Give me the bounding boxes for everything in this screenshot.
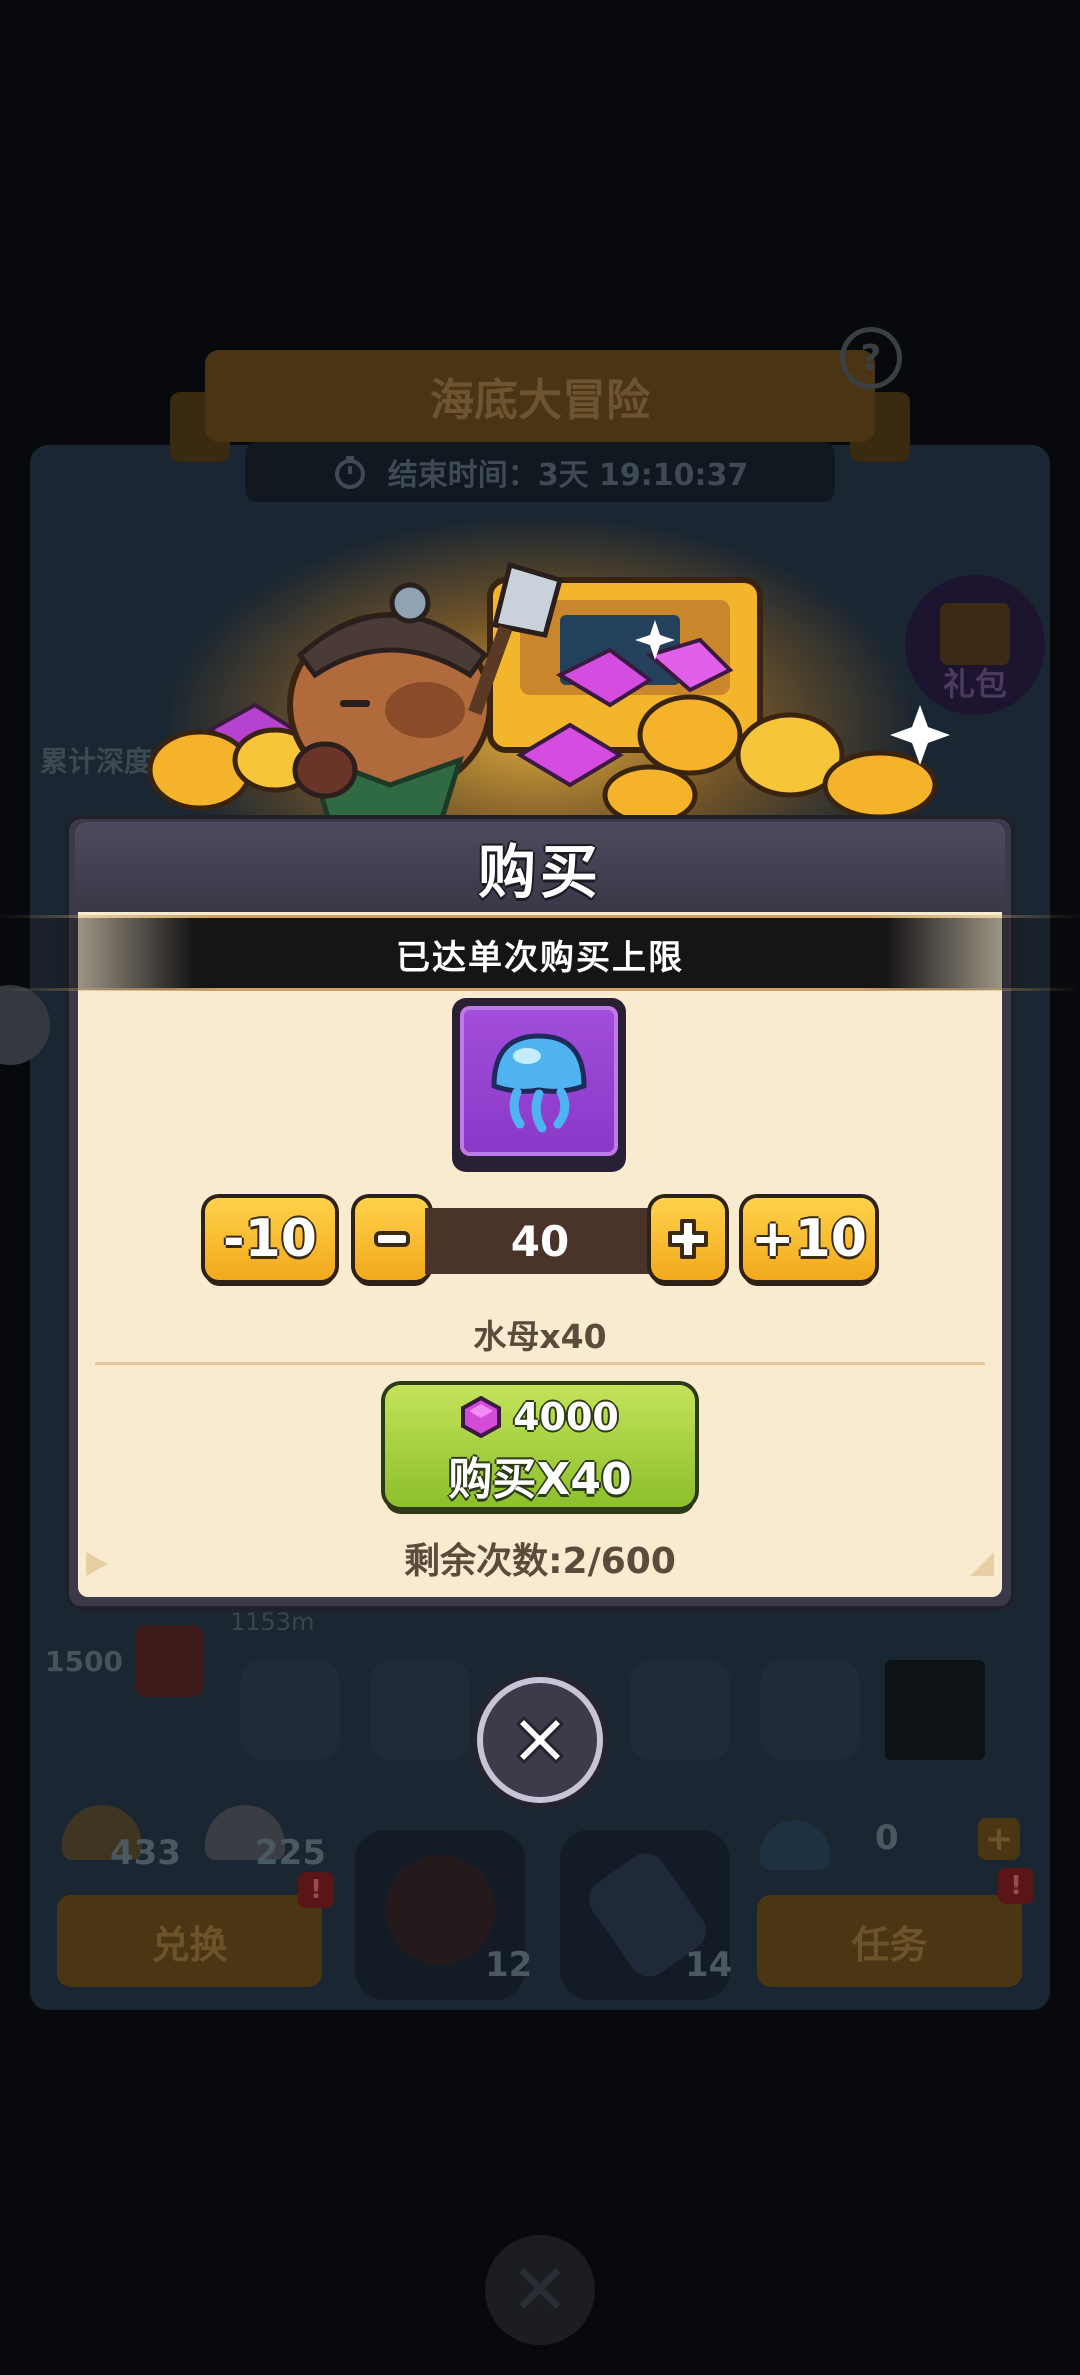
capybara-treasure-illustration <box>147 561 950 825</box>
silver-shell-count: 225 <box>255 1833 326 1873</box>
minus-ten-button[interactable]: -10 <box>205 1198 335 1280</box>
end-time-bar: 结束时间：3天 19:10:37 <box>245 442 835 502</box>
buy-price-value: 4000 <box>513 1395 619 1439</box>
add-resource-button[interactable]: + <box>978 1818 1020 1860</box>
modal-title: 购买 <box>477 838 602 906</box>
event-title-banner: 海底大冒险 <box>205 350 875 442</box>
task-button[interactable]: 任务 <box>757 1895 1022 1987</box>
stopwatch-icon <box>334 456 365 489</box>
flashlight-count: 14 <box>685 1945 733 1985</box>
limit-banner-bottom-line <box>0 988 1080 991</box>
inventory-slot[interactable] <box>370 1660 470 1760</box>
buy-button[interactable]: 4000 购买X40 <box>385 1385 695 1507</box>
item-name-label: 水母x40 <box>473 1317 607 1356</box>
inventory-slot[interactable] <box>240 1660 340 1760</box>
inventory-slot[interactable] <box>760 1660 860 1760</box>
quantity-field[interactable]: 40 <box>425 1208 655 1274</box>
item-frame <box>452 998 626 1172</box>
gem-icon <box>461 1396 502 1438</box>
end-time-text: 结束时间：3天 19:10:37 <box>387 458 749 493</box>
limit-notice-text: 已达单次购买上限 <box>396 937 684 978</box>
bomb-icon <box>385 1855 495 1965</box>
quantity-value: 40 <box>510 1216 570 1266</box>
background-close-icon: ✕ <box>485 2235 595 2345</box>
help-icon[interactable]: ? <box>840 327 902 389</box>
remaining-count-text: 剩余次数:2/600 <box>404 1541 676 1582</box>
modal-divider <box>95 1362 985 1365</box>
limit-notice-banner: 已达单次购买上限 <box>0 918 1080 990</box>
buy-price-row: 4000 <box>385 1395 695 1439</box>
depth-meter-text: 1153m <box>230 1608 315 1636</box>
plus-one-button[interactable] <box>651 1198 725 1280</box>
plus-ten-button[interactable]: +10 <box>743 1198 875 1280</box>
modal-header: 购买 <box>75 822 1005 912</box>
task-alert-badge: ! <box>998 1868 1034 1904</box>
golden-shell-count: 433 <box>110 1833 181 1873</box>
close-icon <box>516 1716 564 1764</box>
jellyfish-icon <box>491 1033 587 1133</box>
inventory-slot[interactable] <box>885 1660 985 1760</box>
minus-one-button[interactable] <box>355 1198 429 1280</box>
item-background <box>460 1006 618 1156</box>
plus-icon <box>668 1219 708 1259</box>
inventory-slot[interactable] <box>630 1660 730 1760</box>
minus-icon <box>374 1231 410 1247</box>
exchange-alert-badge: ! <box>298 1872 334 1908</box>
bomb-count: 12 <box>485 1945 533 1985</box>
depth-marker-icon <box>135 1625 203 1697</box>
close-button[interactable] <box>483 1683 597 1797</box>
exchange-button[interactable]: 兑换 <box>57 1895 322 1987</box>
jellyfish-resource-count: 0 <box>875 1818 899 1858</box>
depth-scale-number: 1500 <box>45 1645 123 1678</box>
buy-button-label: 购买X40 <box>448 1454 632 1505</box>
